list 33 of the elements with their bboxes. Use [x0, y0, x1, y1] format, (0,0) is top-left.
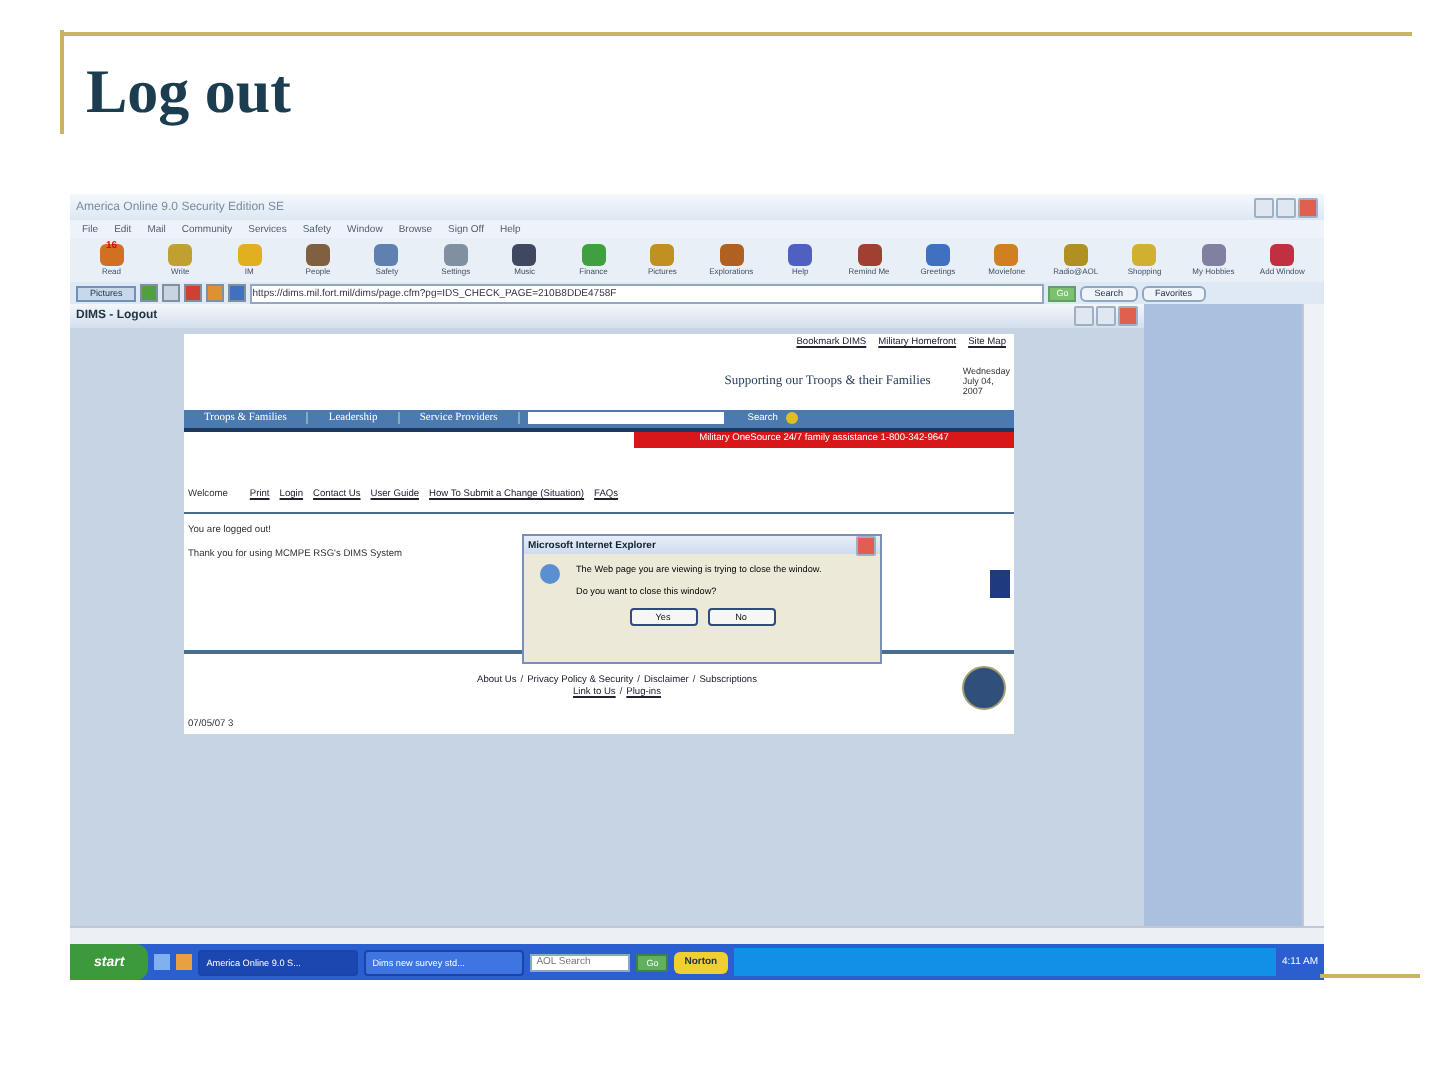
app-icon [719, 244, 744, 266]
app-icon [650, 244, 675, 266]
app-icon [925, 244, 950, 266]
back-button[interactable] [140, 284, 159, 302]
search-field[interactable] [527, 412, 724, 425]
slide-title: Log out [86, 56, 291, 128]
reload-button[interactable] [206, 284, 225, 302]
app-icon [994, 244, 1019, 266]
minimize-button[interactable] [1074, 306, 1094, 326]
forward-button[interactable] [162, 284, 181, 302]
app-icon [788, 244, 813, 266]
close-button[interactable] [1298, 197, 1318, 217]
app-icon [306, 244, 331, 266]
app-icon [1063, 244, 1088, 266]
app-icon [1270, 244, 1295, 266]
stop-button[interactable] [184, 284, 203, 302]
app-icon [168, 244, 193, 266]
app-icon [1201, 244, 1226, 266]
app-icon [237, 244, 262, 266]
maximize-button[interactable] [1276, 197, 1296, 217]
home-button[interactable] [228, 284, 247, 302]
scrollbar[interactable] [1302, 304, 1324, 926]
app-icon [857, 244, 882, 266]
app-icon [512, 244, 537, 266]
maximize-button[interactable] [1096, 306, 1116, 326]
app-icon [581, 244, 606, 266]
app-icon [443, 244, 468, 266]
close-button[interactable] [856, 535, 876, 555]
app-icon [374, 244, 399, 266]
app-icon [1132, 244, 1157, 266]
minimize-button[interactable] [1254, 197, 1274, 217]
app-icon [99, 244, 124, 266]
close-button[interactable] [1118, 306, 1138, 326]
